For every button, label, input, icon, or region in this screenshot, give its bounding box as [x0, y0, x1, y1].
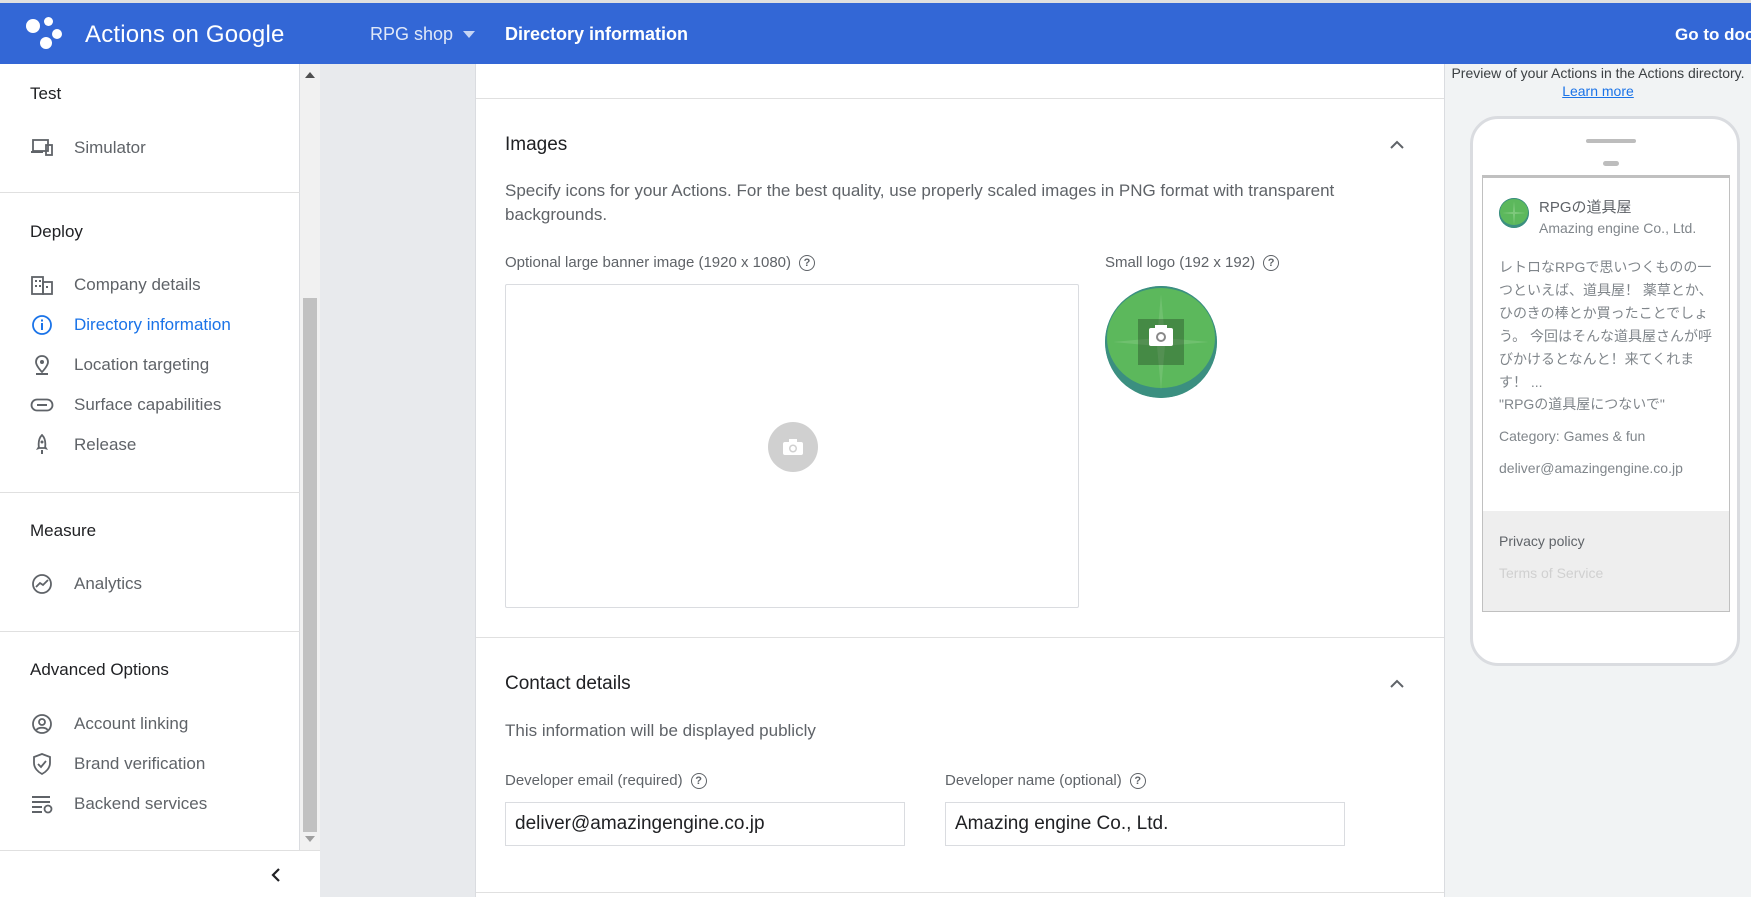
- images-description: Specify icons for your Actions. For the …: [505, 181, 1335, 224]
- phone-speaker: [1586, 139, 1636, 143]
- preview-header-text: Preview of your Actions in the Actions d…: [1451, 65, 1745, 81]
- info-icon: [30, 313, 54, 337]
- toggle-icon: [30, 393, 54, 417]
- account-circle-icon: [30, 712, 54, 736]
- sidebar-item-backend-services[interactable]: Backend services: [30, 790, 280, 818]
- sidebar: Test Simulator Deploy Company details Di…: [0, 64, 300, 897]
- section-title-measure: Measure: [30, 521, 97, 540]
- sidebar-item-simulator[interactable]: Simulator: [30, 134, 280, 162]
- preview-action-name: RPGの道具屋: [1539, 199, 1632, 216]
- scroll-thumb[interactable]: [303, 298, 317, 832]
- sidebar-item-label: Simulator: [74, 138, 146, 157]
- preview-category: Category: Games & fun: [1499, 428, 1646, 444]
- chevron-up-icon[interactable]: [1390, 677, 1404, 691]
- sidebar-item-label: Location targeting: [74, 355, 210, 374]
- help-icon[interactable]: ?: [1263, 254, 1280, 271]
- sidebar-footer: [0, 850, 320, 897]
- phone-frame: RPGの道具屋 Amazing engine Co., Ltd. レトロなRPG…: [1470, 116, 1740, 666]
- banner-image-label: Optional large banner image (1920 x 1080…: [505, 254, 816, 271]
- divider: [476, 892, 1444, 893]
- preview-logo: [1499, 198, 1529, 228]
- learn-more-link[interactable]: Learn more: [1562, 83, 1634, 99]
- logo-image: [1105, 286, 1217, 398]
- sidebar-item-release[interactable]: Release: [30, 431, 280, 459]
- sidebar-item-label: Directory information: [74, 315, 231, 334]
- sidebar-item-account-linking[interactable]: Account linking: [30, 710, 280, 738]
- rocket-icon: [30, 433, 54, 457]
- building-icon: [30, 273, 54, 297]
- developer-name-input[interactable]: Amazing engine Co., Ltd.: [945, 802, 1345, 846]
- preview-terms-of-service[interactable]: Terms of Service: [1499, 565, 1603, 581]
- contact-section-title: Contact details: [505, 673, 631, 694]
- small-logo-upload[interactable]: [1105, 286, 1217, 398]
- developer-email-input[interactable]: deliver@amazingengine.co.jp: [505, 802, 905, 846]
- preview-invocation: "RPGの道具屋につないで": [1499, 396, 1665, 412]
- app-title[interactable]: Actions on Google: [85, 21, 285, 49]
- location-pin-icon: [30, 353, 54, 377]
- sidebar-item-label: Analytics: [74, 574, 143, 593]
- section-title-advanced-options: Advanced Options: [30, 660, 169, 679]
- directory-form-card: Images Specify icons for your Actions. F…: [475, 64, 1445, 897]
- preview-header: Preview of your Actions in the Actions d…: [1445, 64, 1751, 100]
- contact-description: This information will be displayed publi…: [505, 721, 816, 740]
- preview-developer: Amazing engine Co., Ltd.: [1539, 220, 1697, 236]
- go-to-docs-link[interactable]: Go to doc: [1675, 25, 1751, 45]
- sidebar-scrollbar[interactable]: [300, 64, 320, 850]
- sidebar-item-label: Backend services: [74, 794, 208, 813]
- help-icon[interactable]: ?: [690, 772, 707, 789]
- project-selector[interactable]: RPG shop: [370, 24, 476, 45]
- banner-image-label-text: Optional large banner image (1920 x 1080…: [505, 254, 792, 271]
- assistant-logo-icon: [26, 17, 62, 51]
- breadcrumb-current: Directory information: [505, 24, 689, 44]
- sidebar-item-directory-information[interactable]: Directory information: [30, 311, 280, 339]
- sidebar-item-label: Company details: [74, 275, 201, 294]
- help-icon[interactable]: ?: [799, 254, 816, 271]
- section-title-test: Test: [30, 84, 62, 103]
- developer-name-label: Developer name (optional) ?: [945, 772, 1146, 789]
- developer-email-label-text: Developer email (required): [505, 772, 683, 789]
- top-app-bar: Actions on Google RPG shop Directory inf…: [0, 0, 1751, 64]
- help-icon[interactable]: ?: [1129, 772, 1146, 789]
- sidebar-item-company-details[interactable]: Company details: [30, 271, 280, 299]
- sidebar-item-label: Brand verification: [74, 754, 206, 773]
- phone-screen: RPGの道具屋 Amazing engine Co., Ltd. レトロなRPG…: [1482, 175, 1730, 612]
- chevron-up-icon[interactable]: [1390, 138, 1404, 152]
- directory-preview-panel: Preview of your Actions in the Actions d…: [1445, 64, 1751, 897]
- phone-camera: [1603, 161, 1619, 166]
- developer-email-label: Developer email (required) ?: [505, 772, 707, 789]
- divider: [0, 492, 300, 493]
- sidebar-item-label: Release: [74, 435, 137, 454]
- project-name: RPG shop: [370, 24, 454, 44]
- scroll-up-arrow-icon[interactable]: [305, 72, 315, 78]
- divider: [0, 192, 300, 193]
- scroll-down-arrow-icon[interactable]: [305, 836, 315, 842]
- images-section-title: Images: [505, 134, 568, 155]
- preview-email: deliver@amazingengine.co.jp: [1499, 460, 1683, 476]
- sidebar-item-analytics[interactable]: Analytics: [30, 570, 280, 598]
- sidebar-item-surface-capabilities[interactable]: Surface capabilities: [30, 391, 280, 419]
- settings-list-icon: [30, 792, 54, 816]
- preview-description: レトロなRPGで思いつくものの一つといえば、道具屋！ 薬草とか、ひのきの棒とか買…: [1499, 259, 1713, 390]
- small-logo-label-text: Small logo (192 x 192): [1105, 254, 1256, 271]
- section-title-deploy: Deploy: [30, 222, 83, 241]
- sidebar-item-location-targeting[interactable]: Location targeting: [30, 351, 280, 379]
- sidebar-item-label: Account linking: [74, 714, 189, 733]
- caret-down-icon: [463, 31, 476, 38]
- preview-footer: Privacy policy Terms of Service: [1483, 511, 1729, 611]
- camera-icon: [768, 422, 818, 472]
- divider: [476, 98, 1444, 99]
- sidebar-item-brand-verification[interactable]: Brand verification: [30, 750, 280, 778]
- preview-privacy-policy[interactable]: Privacy policy: [1499, 533, 1585, 549]
- sidebar-item-label: Surface capabilities: [74, 395, 222, 414]
- divider: [476, 637, 1444, 638]
- developer-name-label-text: Developer name (optional): [945, 772, 1122, 789]
- banner-image-upload[interactable]: [505, 284, 1079, 608]
- small-logo-label: Small logo (192 x 192) ?: [1105, 254, 1280, 271]
- devices-icon: [30, 136, 54, 160]
- divider: [0, 631, 300, 632]
- chevron-left-icon[interactable]: [270, 867, 282, 883]
- analytics-icon: [30, 572, 54, 596]
- verified-shield-icon: [30, 752, 54, 776]
